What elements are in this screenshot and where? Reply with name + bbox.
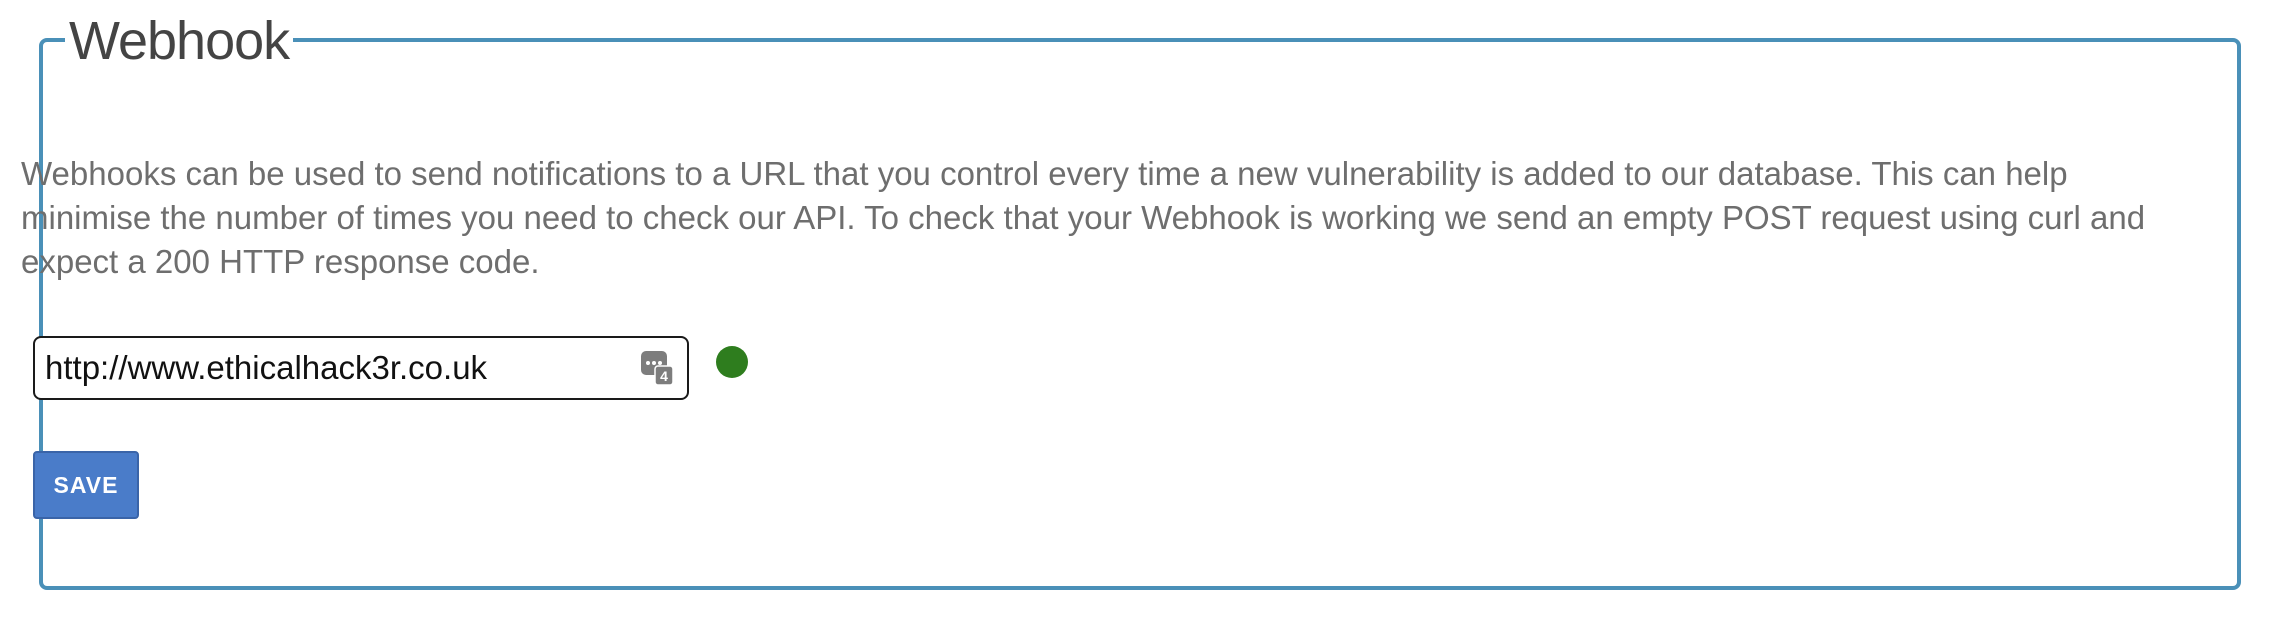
status-dot-icon (716, 346, 748, 378)
password-manager-icon[interactable]: 4 (641, 351, 673, 385)
webhook-url-input[interactable] (35, 338, 625, 397)
webhook-url-field[interactable]: 4 (33, 336, 689, 400)
webhook-description: Webhooks can be used to send notificatio… (21, 155, 2146, 280)
save-button[interactable]: SAVE (33, 451, 139, 519)
panel-title: Webhook (65, 14, 294, 68)
password-manager-count: 4 (660, 368, 668, 384)
webhook-panel: Webhook (39, 14, 2241, 590)
